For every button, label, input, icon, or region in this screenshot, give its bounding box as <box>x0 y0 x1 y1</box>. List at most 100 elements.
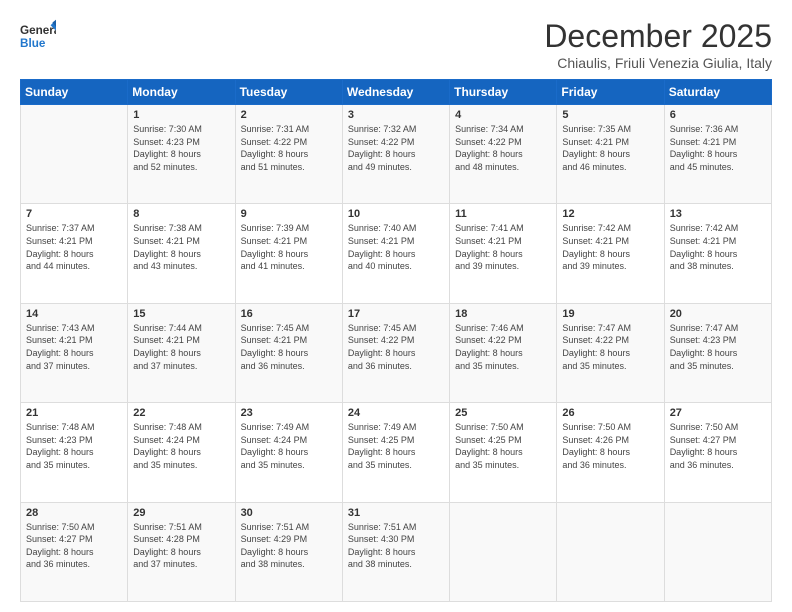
cell-info: Daylight: 8 hours <box>133 347 229 360</box>
cell-info: Sunset: 4:23 PM <box>26 434 122 447</box>
week-row-2: 14Sunrise: 7:43 AMSunset: 4:21 PMDayligh… <box>21 303 772 402</box>
cell-info: Daylight: 8 hours <box>455 446 551 459</box>
cell-info: Daylight: 8 hours <box>348 148 444 161</box>
subtitle: Chiaulis, Friuli Venezia Giulia, Italy <box>544 55 772 71</box>
cell-info: Sunrise: 7:47 AM <box>670 322 766 335</box>
calendar-cell: 5Sunrise: 7:35 AMSunset: 4:21 PMDaylight… <box>557 105 664 204</box>
calendar-cell: 6Sunrise: 7:36 AMSunset: 4:21 PMDaylight… <box>664 105 771 204</box>
cell-info: and 52 minutes. <box>133 161 229 174</box>
col-header-sunday: Sunday <box>21 80 128 105</box>
day-number: 3 <box>348 109 444 121</box>
cell-info: Daylight: 8 hours <box>348 347 444 360</box>
day-number: 18 <box>455 308 551 320</box>
cell-info: and 37 minutes. <box>26 360 122 373</box>
cell-info: Sunset: 4:22 PM <box>348 334 444 347</box>
cell-info: and 36 minutes. <box>241 360 337 373</box>
svg-text:Blue: Blue <box>20 37 46 50</box>
week-row-4: 28Sunrise: 7:50 AMSunset: 4:27 PMDayligh… <box>21 502 772 601</box>
cell-info: Sunset: 4:21 PM <box>670 136 766 149</box>
cell-info: Sunrise: 7:45 AM <box>348 322 444 335</box>
cell-info: Daylight: 8 hours <box>670 248 766 261</box>
cell-info: and 44 minutes. <box>26 260 122 273</box>
calendar-cell: 14Sunrise: 7:43 AMSunset: 4:21 PMDayligh… <box>21 303 128 402</box>
cell-info: Sunset: 4:21 PM <box>241 334 337 347</box>
day-number: 27 <box>670 407 766 419</box>
day-number: 8 <box>133 208 229 220</box>
cell-info: and 36 minutes. <box>348 360 444 373</box>
week-row-1: 7Sunrise: 7:37 AMSunset: 4:21 PMDaylight… <box>21 204 772 303</box>
calendar-cell: 10Sunrise: 7:40 AMSunset: 4:21 PMDayligh… <box>342 204 449 303</box>
col-header-tuesday: Tuesday <box>235 80 342 105</box>
cell-info: Daylight: 8 hours <box>670 446 766 459</box>
cell-info: and 39 minutes. <box>455 260 551 273</box>
cell-info: and 35 minutes. <box>348 459 444 472</box>
cell-info: Sunset: 4:27 PM <box>26 533 122 546</box>
day-number: 26 <box>562 407 658 419</box>
cell-info: Sunrise: 7:51 AM <box>241 521 337 534</box>
cell-info: Sunrise: 7:50 AM <box>670 421 766 434</box>
cell-info: Sunset: 4:21 PM <box>562 235 658 248</box>
cell-info: Sunrise: 7:35 AM <box>562 123 658 136</box>
cell-info: Sunrise: 7:43 AM <box>26 322 122 335</box>
cell-info: Sunset: 4:21 PM <box>670 235 766 248</box>
cell-info: and 48 minutes. <box>455 161 551 174</box>
calendar-cell <box>450 502 557 601</box>
cell-info: Sunrise: 7:51 AM <box>348 521 444 534</box>
calendar-cell: 19Sunrise: 7:47 AMSunset: 4:22 PMDayligh… <box>557 303 664 402</box>
cell-info: and 35 minutes. <box>26 459 122 472</box>
cell-info: Sunrise: 7:49 AM <box>348 421 444 434</box>
col-header-saturday: Saturday <box>664 80 771 105</box>
week-row-3: 21Sunrise: 7:48 AMSunset: 4:23 PMDayligh… <box>21 403 772 502</box>
cell-info: and 40 minutes. <box>348 260 444 273</box>
day-number: 11 <box>455 208 551 220</box>
day-number: 7 <box>26 208 122 220</box>
cell-info: Sunrise: 7:40 AM <box>348 222 444 235</box>
cell-info: and 39 minutes. <box>562 260 658 273</box>
cell-info: Daylight: 8 hours <box>26 446 122 459</box>
cell-info: Sunrise: 7:47 AM <box>562 322 658 335</box>
calendar-cell: 8Sunrise: 7:38 AMSunset: 4:21 PMDaylight… <box>128 204 235 303</box>
cell-info: Sunset: 4:29 PM <box>241 533 337 546</box>
main-title: December 2025 <box>544 18 772 55</box>
calendar-cell: 18Sunrise: 7:46 AMSunset: 4:22 PMDayligh… <box>450 303 557 402</box>
cell-info: Sunset: 4:22 PM <box>241 136 337 149</box>
cell-info: Daylight: 8 hours <box>26 546 122 559</box>
day-number: 21 <box>26 407 122 419</box>
cell-info: Daylight: 8 hours <box>455 347 551 360</box>
day-number: 24 <box>348 407 444 419</box>
day-number: 25 <box>455 407 551 419</box>
cell-info: Sunset: 4:24 PM <box>133 434 229 447</box>
col-header-monday: Monday <box>128 80 235 105</box>
cell-info: Sunrise: 7:32 AM <box>348 123 444 136</box>
calendar-cell <box>557 502 664 601</box>
cell-info: Daylight: 8 hours <box>562 148 658 161</box>
cell-info: Sunset: 4:22 PM <box>348 136 444 149</box>
cell-info: Sunrise: 7:39 AM <box>241 222 337 235</box>
col-header-wednesday: Wednesday <box>342 80 449 105</box>
cell-info: Sunset: 4:24 PM <box>241 434 337 447</box>
cell-info: Sunset: 4:22 PM <box>562 334 658 347</box>
calendar-cell: 25Sunrise: 7:50 AMSunset: 4:25 PMDayligh… <box>450 403 557 502</box>
cell-info: and 49 minutes. <box>348 161 444 174</box>
cell-info: and 35 minutes. <box>670 360 766 373</box>
cell-info: and 38 minutes. <box>348 558 444 571</box>
day-number: 6 <box>670 109 766 121</box>
calendar-cell: 24Sunrise: 7:49 AMSunset: 4:25 PMDayligh… <box>342 403 449 502</box>
cell-info: Sunset: 4:22 PM <box>455 334 551 347</box>
cell-info: Sunrise: 7:31 AM <box>241 123 337 136</box>
calendar-cell: 11Sunrise: 7:41 AMSunset: 4:21 PMDayligh… <box>450 204 557 303</box>
cell-info: Sunrise: 7:36 AM <box>670 123 766 136</box>
cell-info: and 43 minutes. <box>133 260 229 273</box>
cell-info: Daylight: 8 hours <box>26 248 122 261</box>
cell-info: Sunset: 4:23 PM <box>133 136 229 149</box>
cell-info: Sunset: 4:25 PM <box>348 434 444 447</box>
cell-info: Daylight: 8 hours <box>241 446 337 459</box>
cell-info: Sunrise: 7:48 AM <box>26 421 122 434</box>
day-number: 4 <box>455 109 551 121</box>
day-number: 9 <box>241 208 337 220</box>
day-number: 17 <box>348 308 444 320</box>
cell-info: Daylight: 8 hours <box>133 248 229 261</box>
cell-info: Sunset: 4:23 PM <box>670 334 766 347</box>
cell-info: Daylight: 8 hours <box>133 148 229 161</box>
cell-info: Sunrise: 7:42 AM <box>562 222 658 235</box>
